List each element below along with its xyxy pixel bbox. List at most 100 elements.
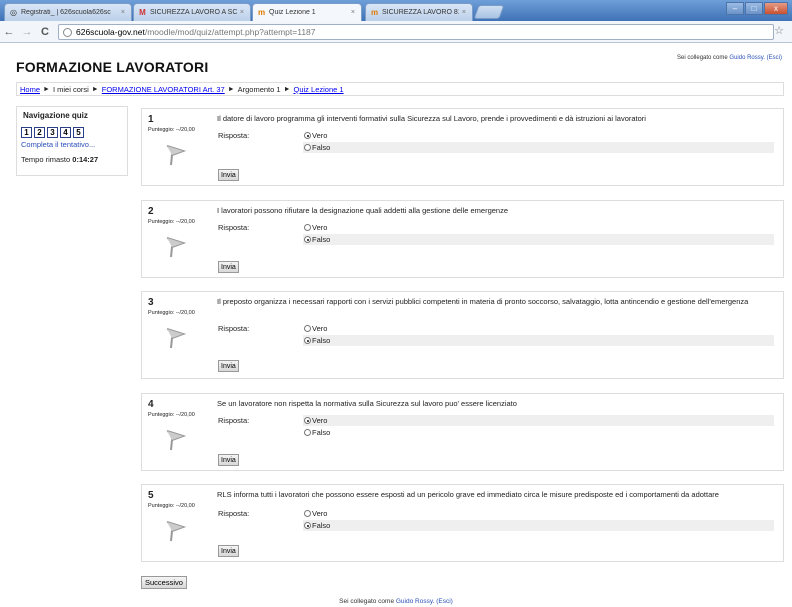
- breadcrumb-course[interactable]: FORMAZIONE LAVORATORI Art. 37: [102, 85, 225, 94]
- flag-icon[interactable]: [162, 428, 187, 452]
- submit-button[interactable]: Invia: [218, 261, 239, 273]
- option-label: Falso: [312, 336, 331, 345]
- login-prefix: Sei collegato come: [339, 598, 395, 605]
- breadcrumb-quiz[interactable]: Quiz Lezione 1: [294, 85, 344, 94]
- option-label: Falso: [312, 235, 331, 244]
- browser-tab[interactable]: ◎ Registrati_ | 626scuola626sc ×: [4, 3, 132, 21]
- back-icon[interactable]: ←: [0, 26, 18, 38]
- close-icon[interactable]: ×: [351, 9, 355, 16]
- time-remaining: Tempo rimasto 0:14:27: [17, 151, 127, 168]
- finish-attempt-link[interactable]: Completa il tentativo...: [21, 140, 95, 149]
- logout-link[interactable]: (Esci): [767, 55, 782, 61]
- quiz-navigation-buttons: 1 2 3 4 5: [17, 124, 127, 138]
- close-icon[interactable]: ×: [462, 9, 466, 16]
- answer-option-vero[interactable]: Vero: [303, 222, 774, 233]
- user-link[interactable]: Guido Rossy.: [396, 598, 435, 605]
- tab-title: SICUREZZA LAVORO 81/08 -: [382, 9, 459, 16]
- question-number: 5: [148, 490, 154, 501]
- flag-icon[interactable]: [162, 143, 187, 167]
- answer-label: Risposta:: [218, 131, 250, 140]
- submit-button[interactable]: Invia: [218, 545, 239, 557]
- question-grade: Punteggio: --/20,00: [148, 127, 195, 133]
- browser-tab-active[interactable]: m Quiz Lezione 1 ×: [252, 3, 362, 21]
- close-icon[interactable]: ×: [240, 9, 244, 16]
- moodle-icon: m: [370, 8, 379, 17]
- quiz-nav-button-5[interactable]: 5: [73, 127, 84, 138]
- breadcrumb-home[interactable]: Home: [20, 85, 40, 94]
- answer-option-falso[interactable]: Falso: [303, 335, 774, 346]
- breadcrumb-separator: ►: [43, 85, 50, 93]
- question-text: Il datore di lavoro programma gli interv…: [217, 114, 646, 123]
- submit-button[interactable]: Invia: [218, 454, 239, 466]
- question-number: 1: [148, 114, 154, 125]
- answer-option-falso[interactable]: Falso: [303, 142, 774, 153]
- maximize-icon[interactable]: □: [745, 2, 763, 15]
- option-label: Vero: [312, 131, 328, 140]
- user-link[interactable]: Guido Rossy.: [729, 55, 765, 61]
- radio-button[interactable]: [304, 224, 311, 231]
- login-info-top: Sei collegato come Guido Rossy. (Esci): [677, 55, 782, 61]
- next-button[interactable]: Successivo: [141, 576, 187, 589]
- flag-icon[interactable]: [162, 519, 187, 543]
- answer-option-vero[interactable]: Vero: [303, 323, 774, 334]
- flag-icon[interactable]: [162, 235, 187, 259]
- close-window-icon[interactable]: x: [764, 2, 788, 15]
- flag-icon[interactable]: [162, 326, 187, 350]
- radio-button[interactable]: [304, 510, 311, 517]
- answer-label: Risposta:: [218, 223, 250, 232]
- answer-label: Risposta:: [218, 324, 250, 333]
- bookmark-star-icon[interactable]: ☆: [774, 24, 784, 37]
- question-text: RLS informa tutti i lavoratori che posso…: [217, 490, 719, 499]
- quiz-nav-button-3[interactable]: 3: [47, 127, 58, 138]
- option-label: Vero: [312, 324, 328, 333]
- answer-option-falso[interactable]: Falso: [303, 520, 774, 531]
- breadcrumb-topic[interactable]: Argomento 1: [238, 85, 281, 94]
- question-number: 3: [148, 297, 154, 308]
- radio-button[interactable]: [304, 144, 311, 151]
- quiz-nav-button-4[interactable]: 4: [60, 127, 71, 138]
- quiz-nav-button-1[interactable]: 1: [21, 127, 32, 138]
- url-path: /moodle/mod/quiz/attempt.php?attempt=118…: [144, 27, 316, 37]
- radio-button[interactable]: [304, 132, 311, 139]
- question-text: Il preposto organizza i necessari rappor…: [217, 297, 749, 306]
- address-bar[interactable]: 626scuola-gov.net/moodle/mod/quiz/attemp…: [58, 24, 774, 40]
- page-icon: [63, 27, 72, 37]
- new-tab-button[interactable]: [473, 5, 505, 19]
- time-value: 0:14:27: [72, 155, 99, 164]
- breadcrumb: Home ► I miei corsi ► FORMAZIONE LAVORAT…: [16, 82, 784, 96]
- answer-option-falso[interactable]: Falso: [303, 234, 774, 245]
- radio-button[interactable]: [304, 337, 311, 344]
- logout-link[interactable]: (Esci): [436, 598, 453, 605]
- answer-option-vero[interactable]: Vero: [303, 130, 774, 141]
- radio-button[interactable]: [304, 325, 311, 332]
- question-number: 2: [148, 206, 154, 217]
- breadcrumb-my-courses[interactable]: I miei corsi: [53, 85, 89, 94]
- submit-button[interactable]: Invia: [218, 169, 239, 181]
- question-grade: Punteggio: --/20,00: [148, 503, 195, 509]
- quiz-nav-button-2[interactable]: 2: [34, 127, 45, 138]
- answer-option-falso[interactable]: Falso: [303, 427, 774, 438]
- quiz-navigation-title: Navigazione quiz: [23, 111, 88, 120]
- submit-button[interactable]: Invia: [218, 360, 239, 372]
- window-controls: – □ x: [726, 2, 788, 15]
- time-label: Tempo rimasto: [21, 155, 71, 164]
- option-label: Falso: [312, 521, 331, 530]
- answer-label: Risposta:: [218, 416, 250, 425]
- radio-button[interactable]: [304, 417, 311, 424]
- answer-option-vero[interactable]: Vero: [303, 508, 774, 519]
- radio-button[interactable]: [304, 522, 311, 529]
- option-label: Vero: [312, 223, 328, 232]
- reload-icon[interactable]: C: [36, 26, 54, 38]
- browser-tab[interactable]: M SICUREZZA LAVORO A SCUO ×: [133, 3, 251, 21]
- answer-option-vero[interactable]: Vero: [303, 415, 774, 426]
- radio-button[interactable]: [304, 236, 311, 243]
- tab-title: Quiz Lezione 1: [269, 9, 316, 16]
- question-block: 1 Punteggio: --/20,00 Il datore di lavor…: [141, 108, 784, 186]
- minimize-icon[interactable]: –: [726, 2, 744, 15]
- forward-icon[interactable]: →: [18, 26, 36, 38]
- browser-tab[interactable]: m SICUREZZA LAVORO 81/08 - ×: [365, 3, 473, 21]
- close-icon[interactable]: ×: [121, 9, 125, 16]
- radio-button[interactable]: [304, 429, 311, 436]
- question-number: 4: [148, 399, 154, 410]
- question-block: 5 Punteggio: --/20,00 RLS informa tutti …: [141, 484, 784, 562]
